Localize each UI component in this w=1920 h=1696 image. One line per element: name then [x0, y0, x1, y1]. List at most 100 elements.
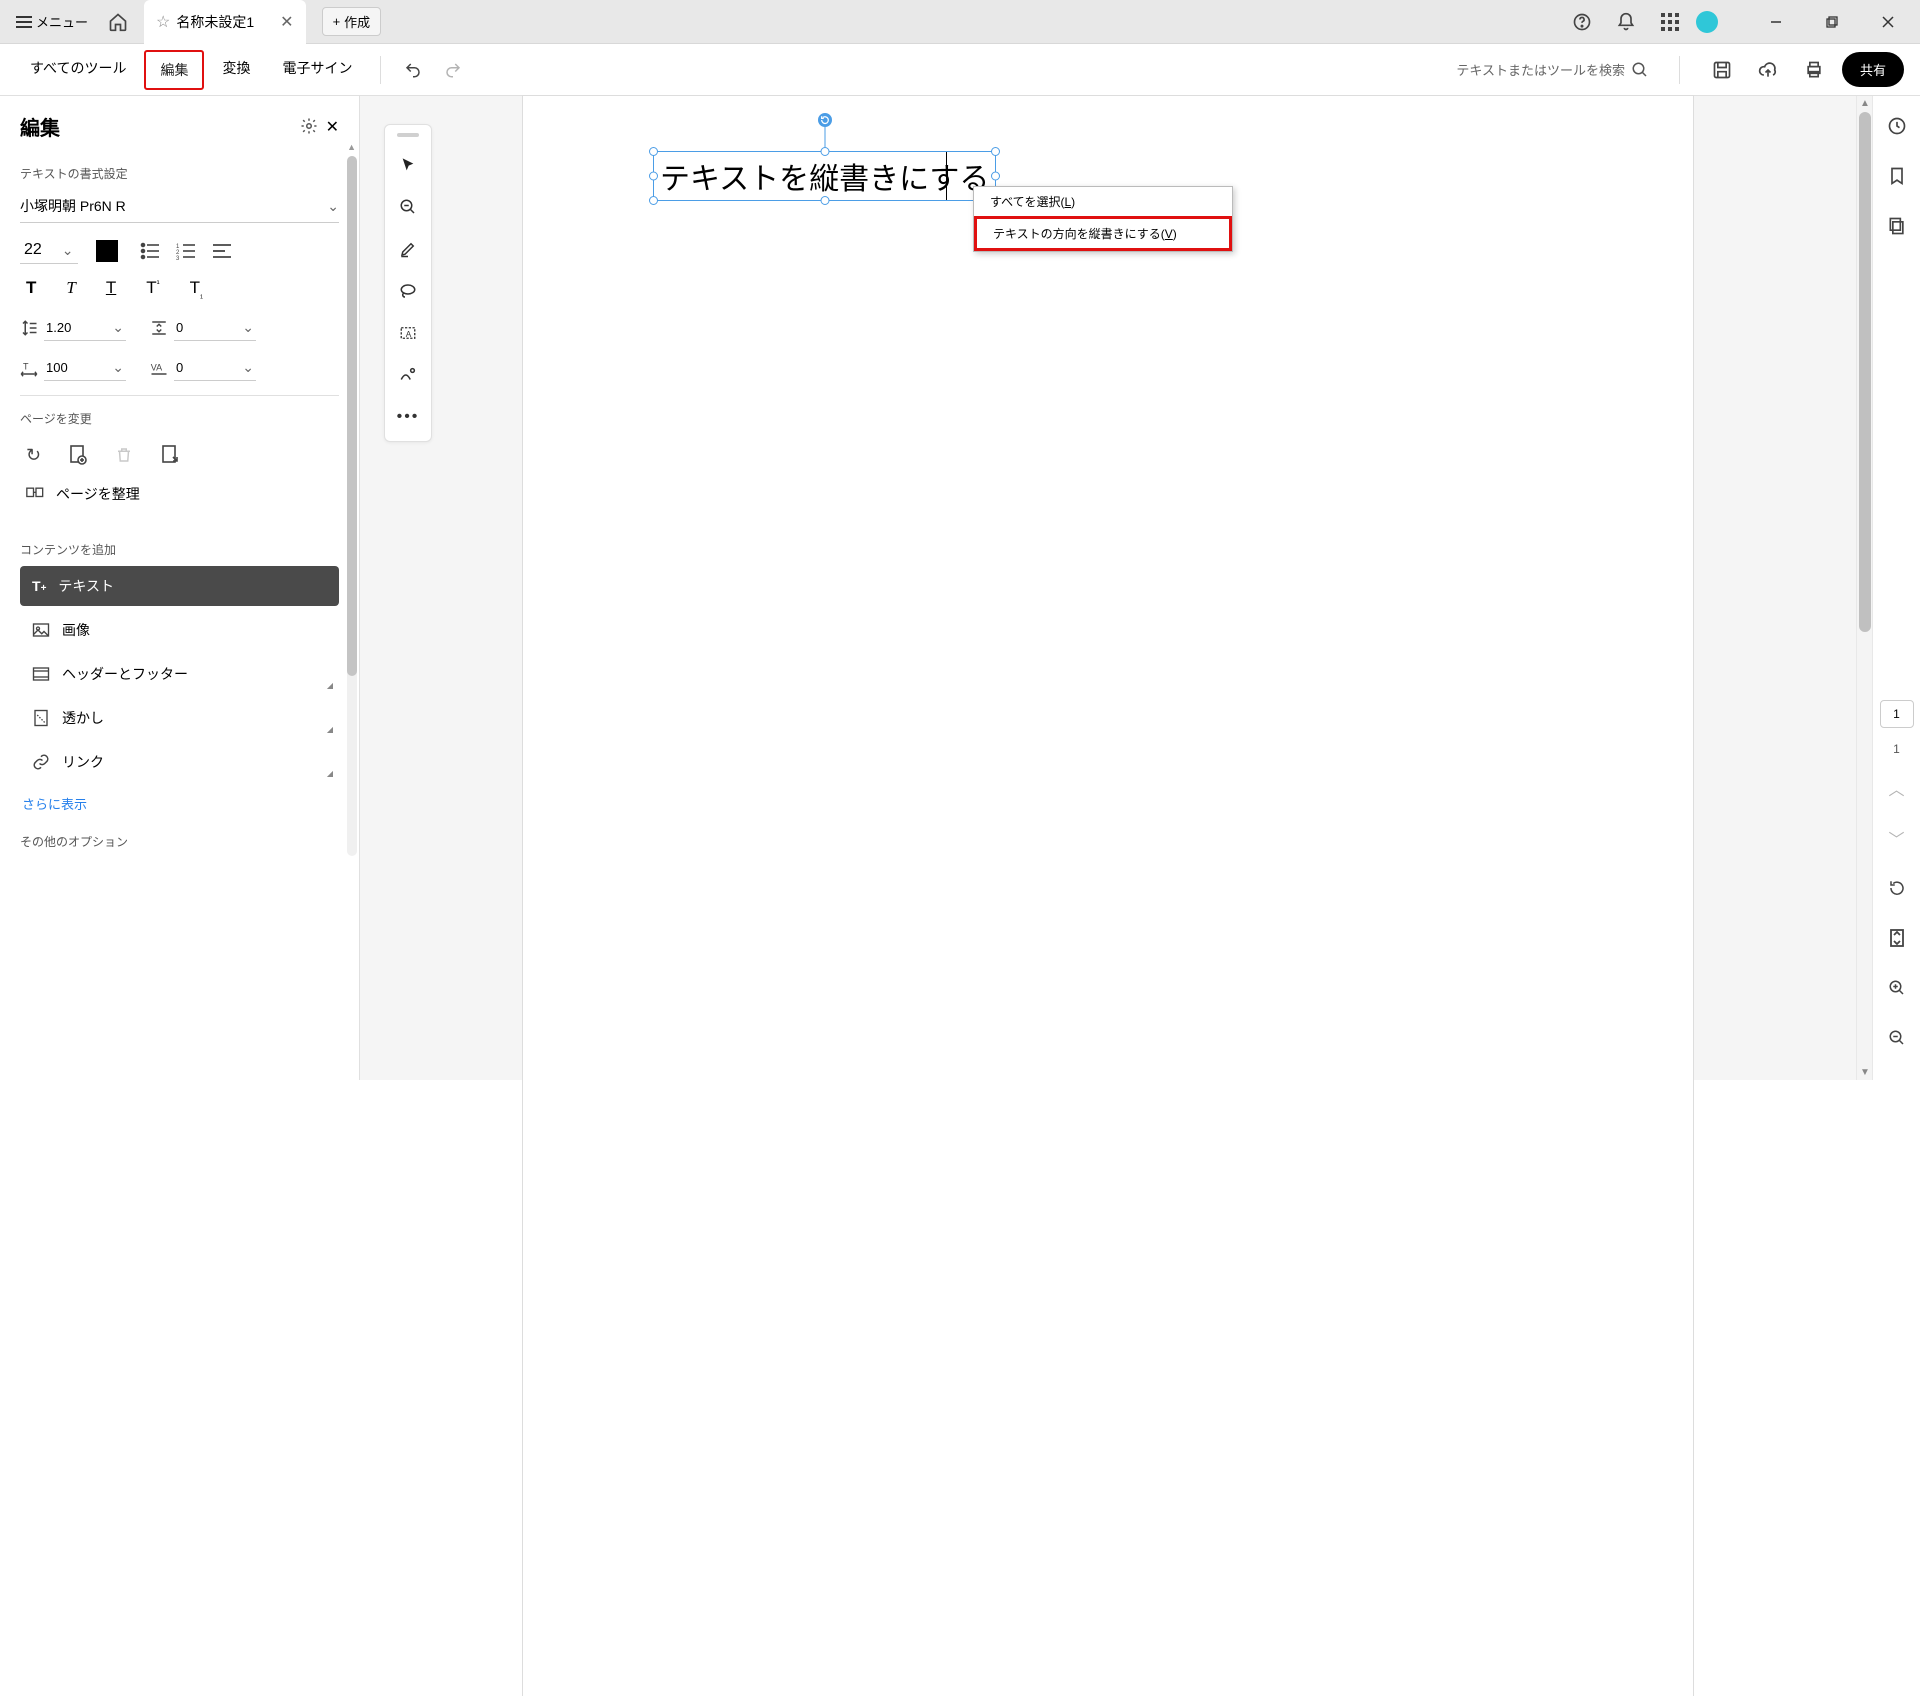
line-spacing-select[interactable]: 1.20⌄ [44, 315, 126, 341]
help-button[interactable] [1564, 4, 1600, 40]
textbox-content[interactable]: テキストを縦書きにする [660, 163, 989, 196]
align-icon [212, 242, 232, 260]
textbox-selection[interactable]: テキストを縦書きにする [653, 151, 996, 201]
hscale-select[interactable]: 100⌄ [44, 355, 126, 381]
user-avatar[interactable] [1696, 11, 1718, 33]
panel-scrollbar-thumb[interactable] [347, 156, 357, 676]
zoom-in-button[interactable] [1879, 970, 1915, 1006]
cloud-upload-button[interactable] [1750, 52, 1786, 88]
chevron-up-icon: ︿ [1888, 776, 1904, 800]
bold-button[interactable]: T [26, 278, 36, 299]
rotate-handle[interactable] [818, 113, 832, 127]
page-number-input[interactable]: 1 [1880, 700, 1914, 728]
rail-bookmark-button[interactable] [1879, 158, 1915, 194]
zoom-tool[interactable] [390, 189, 426, 225]
tab-edit[interactable]: 編集 [144, 50, 204, 90]
ctx-select-all[interactable]: すべてを選択(L) [974, 187, 1232, 216]
add-text-button[interactable]: T+ テキスト [20, 566, 339, 606]
text-box[interactable]: テキストを縦書きにする [653, 151, 996, 201]
resize-handle-tr[interactable] [991, 147, 1000, 156]
undo-button[interactable] [395, 52, 431, 88]
add-header-footer-button[interactable]: ヘッダーとフッター ◢ [20, 654, 339, 694]
scroll-up-icon[interactable]: ▲ [347, 142, 356, 152]
save-icon [1712, 60, 1732, 80]
drag-handle[interactable] [397, 133, 419, 137]
delete-page-button[interactable] [115, 445, 133, 466]
add-watermark-button[interactable]: 透かし ◢ [20, 698, 339, 738]
rotate-page-button[interactable]: ↻ [26, 445, 41, 466]
tab-convert[interactable]: 変換 [208, 50, 264, 90]
right-rail: 1 1 ︿ ﹀ [1872, 96, 1920, 1080]
rail-comments-button[interactable] [1879, 108, 1915, 144]
home-button[interactable] [102, 6, 134, 38]
italic-button[interactable]: T [66, 278, 75, 299]
document-scrollbar[interactable]: ▲ ▼ [1856, 96, 1872, 1080]
fit-page-button[interactable] [1879, 920, 1915, 956]
zoom-out-button[interactable] [1879, 1020, 1915, 1056]
kerning-select[interactable]: 0⌄ [174, 355, 256, 381]
scroll-up-icon[interactable]: ▲ [1860, 98, 1870, 109]
organize-label: ページを整理 [56, 484, 140, 504]
resize-handle-tl[interactable] [649, 147, 658, 156]
resize-handle-tm[interactable] [820, 147, 829, 156]
star-icon[interactable]: ☆ [156, 12, 170, 32]
panel-close-button[interactable]: ✕ [326, 117, 339, 137]
highlight-tool[interactable] [390, 231, 426, 267]
font-size-select[interactable]: 22 ⌄ [20, 237, 78, 264]
minimize-button[interactable] [1752, 4, 1800, 40]
apps-button[interactable] [1652, 4, 1688, 40]
maximize-button[interactable] [1808, 4, 1856, 40]
rail-copy-button[interactable] [1879, 208, 1915, 244]
textbox-tool[interactable]: A [390, 315, 426, 351]
tab-esign[interactable]: 電子サイン [268, 50, 366, 90]
page-up-button[interactable]: ︿ [1879, 770, 1915, 806]
add-link-button[interactable]: リンク ◢ [20, 742, 339, 782]
underline-button[interactable]: T [106, 278, 116, 299]
search-box[interactable]: テキストまたはツールを検索 [1450, 54, 1655, 85]
ctx-vertical-text[interactable]: テキストの方向を縦書きにする(V) [974, 216, 1232, 251]
document-scrollbar-thumb[interactable] [1859, 112, 1871, 632]
resize-handle-ml[interactable] [649, 172, 658, 181]
more-tools[interactable]: ••• [390, 399, 426, 435]
document-tab[interactable]: ☆ 名称未設定1 ✕ [144, 0, 306, 44]
redo-button[interactable] [435, 52, 471, 88]
select-tool[interactable] [390, 147, 426, 183]
share-button[interactable]: 共有 [1842, 52, 1904, 87]
bell-icon [1616, 12, 1636, 32]
insert-page-button[interactable] [69, 445, 87, 466]
resize-handle-mr[interactable] [991, 172, 1000, 181]
menu-button[interactable]: メニュー [8, 8, 96, 35]
superscript-button[interactable]: T¹ [146, 278, 159, 299]
scroll-down-icon[interactable]: ▼ [1860, 1067, 1870, 1078]
extract-page-button[interactable] [161, 445, 179, 466]
paragraph-spacing-select[interactable]: 0⌄ [174, 315, 256, 341]
print-button[interactable] [1796, 52, 1832, 88]
chevron-down-icon: ⌄ [112, 319, 124, 336]
lasso-tool[interactable] [390, 273, 426, 309]
lasso-icon [399, 283, 417, 299]
resize-handle-bl[interactable] [649, 196, 658, 205]
subscript-button[interactable]: T₁ [190, 278, 203, 299]
notifications-button[interactable] [1608, 4, 1644, 40]
close-window-button[interactable] [1864, 4, 1912, 40]
page-down-button[interactable]: ﹀ [1879, 820, 1915, 856]
save-button[interactable] [1704, 52, 1740, 88]
align-button[interactable] [212, 242, 232, 260]
font-family-select[interactable]: 小塚明朝 Pr6N R ⌄ [20, 190, 339, 223]
organize-pages-button[interactable]: ページを整理 [20, 476, 339, 512]
add-image-button[interactable]: 画像 [20, 610, 339, 650]
page[interactable]: テキストを縦書きにする すべてを選択(L) テ [523, 96, 1693, 1696]
titlebar-right [1564, 4, 1912, 40]
font-color-swatch[interactable] [96, 240, 118, 262]
draw-tool[interactable] [390, 357, 426, 393]
tab-all-tools[interactable]: すべてのツール [16, 50, 140, 90]
create-button[interactable]: + 作成 [322, 7, 382, 36]
panel-settings-button[interactable] [300, 117, 318, 137]
ctx-select-all-key: L [1064, 195, 1071, 209]
rotate-view-button[interactable] [1879, 870, 1915, 906]
resize-handle-bm[interactable] [820, 196, 829, 205]
numbered-list-button[interactable]: 123 [176, 242, 196, 260]
bullet-list-button[interactable] [140, 242, 160, 260]
show-more-link[interactable]: さらに表示 [20, 786, 339, 821]
tab-close-icon[interactable]: ✕ [280, 12, 293, 32]
